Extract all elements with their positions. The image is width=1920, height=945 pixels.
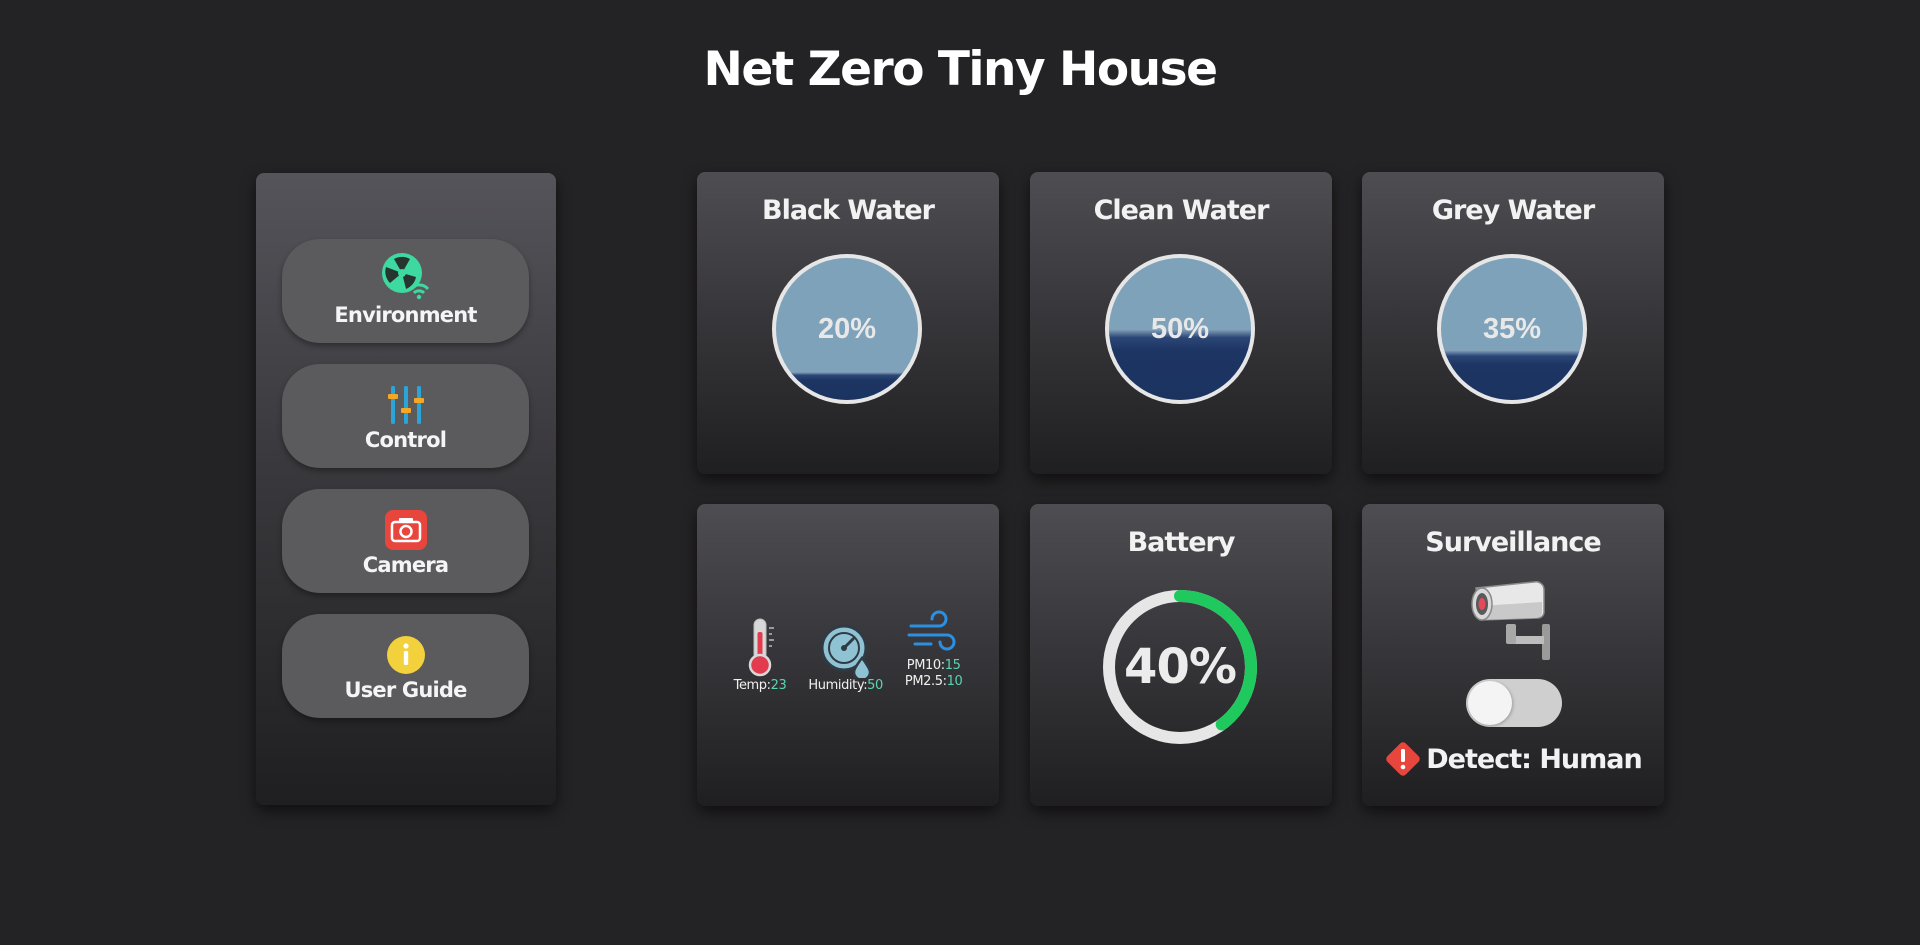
nav-environment-button[interactable]: Environment [282, 239, 529, 343]
nav-control-button[interactable]: Control [282, 364, 529, 468]
grey-water-card: Grey Water 35% [1362, 172, 1664, 474]
surveillance-card: Surveillance Detect: Human [1362, 504, 1664, 806]
humidity-value: 50 [867, 678, 883, 693]
pm10-label: PM10: [906, 658, 945, 673]
grey-water-level-label: 35% [1482, 312, 1542, 345]
air-quality-reading: PM10:15 PM2.5:10 [904, 610, 963, 694]
camera-icon [384, 510, 427, 550]
nav-environment-label: Environment [334, 303, 477, 327]
humidity-reading: Humidity:50 [808, 616, 883, 694]
black-water-card: Black Water 20% [697, 172, 999, 474]
battery-title: Battery [1127, 527, 1236, 558]
environment-readings: Temp:23 Humidity:50 PM10:15 PM2.5:10 [697, 610, 999, 694]
nav-user-guide-label: User Guide [344, 678, 467, 702]
temp-label: Temp: [733, 678, 771, 693]
battery-level-label: 40% [1124, 639, 1237, 695]
temperature-reading: Temp:23 [734, 616, 787, 694]
clean-water-gauge: 50% [1105, 254, 1255, 404]
nav-control-label: Control [364, 428, 447, 452]
surveillance-toggle-knob [1468, 681, 1512, 725]
black-water-level-label: 20% [817, 312, 877, 345]
clean-water-card: Clean Water 50% [1030, 172, 1332, 474]
nav-camera-button[interactable]: Camera [282, 489, 529, 593]
black-water-gauge: 20% [772, 254, 922, 404]
sidebar: Environment Control Camera User Guide [256, 173, 556, 805]
pm25-label: PM2.5: [904, 674, 947, 689]
grey-water-title: Grey Water [1431, 195, 1595, 226]
temp-value: 23 [770, 678, 787, 693]
pm10-value: 15 [944, 658, 961, 673]
clean-water-title: Clean Water [1093, 195, 1270, 226]
clean-water-level-label: 50% [1150, 312, 1210, 345]
environment-card: Temp:23 Humidity:50 PM10:15 PM2.5:10 [697, 504, 999, 806]
nav-user-guide-button[interactable]: User Guide [282, 614, 529, 718]
nav-camera-label: Camera [362, 553, 449, 577]
detection-status: Detect: Human [1362, 740, 1664, 778]
grey-water-gauge: 35% [1437, 254, 1587, 404]
alert-icon [1386, 742, 1420, 776]
humidity-gauge-icon [820, 624, 871, 678]
page-title: Net Zero Tiny House [703, 42, 1218, 97]
surveillance-toggle[interactable] [1466, 679, 1562, 727]
detect-text: Detect: Human [1426, 743, 1642, 775]
pm25-value: 10 [946, 674, 963, 689]
info-icon [386, 636, 425, 674]
sliders-icon [387, 386, 424, 424]
thermometer-icon [748, 618, 774, 677]
surveillance-title: Surveillance [1425, 527, 1601, 558]
security-camera-icon [1471, 581, 1550, 660]
black-water-title: Black Water [762, 195, 935, 226]
humidity-label: Humidity: [808, 678, 868, 693]
fan-wifi-icon [381, 253, 429, 300]
battery-card: Battery 40% [1030, 504, 1332, 806]
wind-icon [907, 610, 956, 651]
